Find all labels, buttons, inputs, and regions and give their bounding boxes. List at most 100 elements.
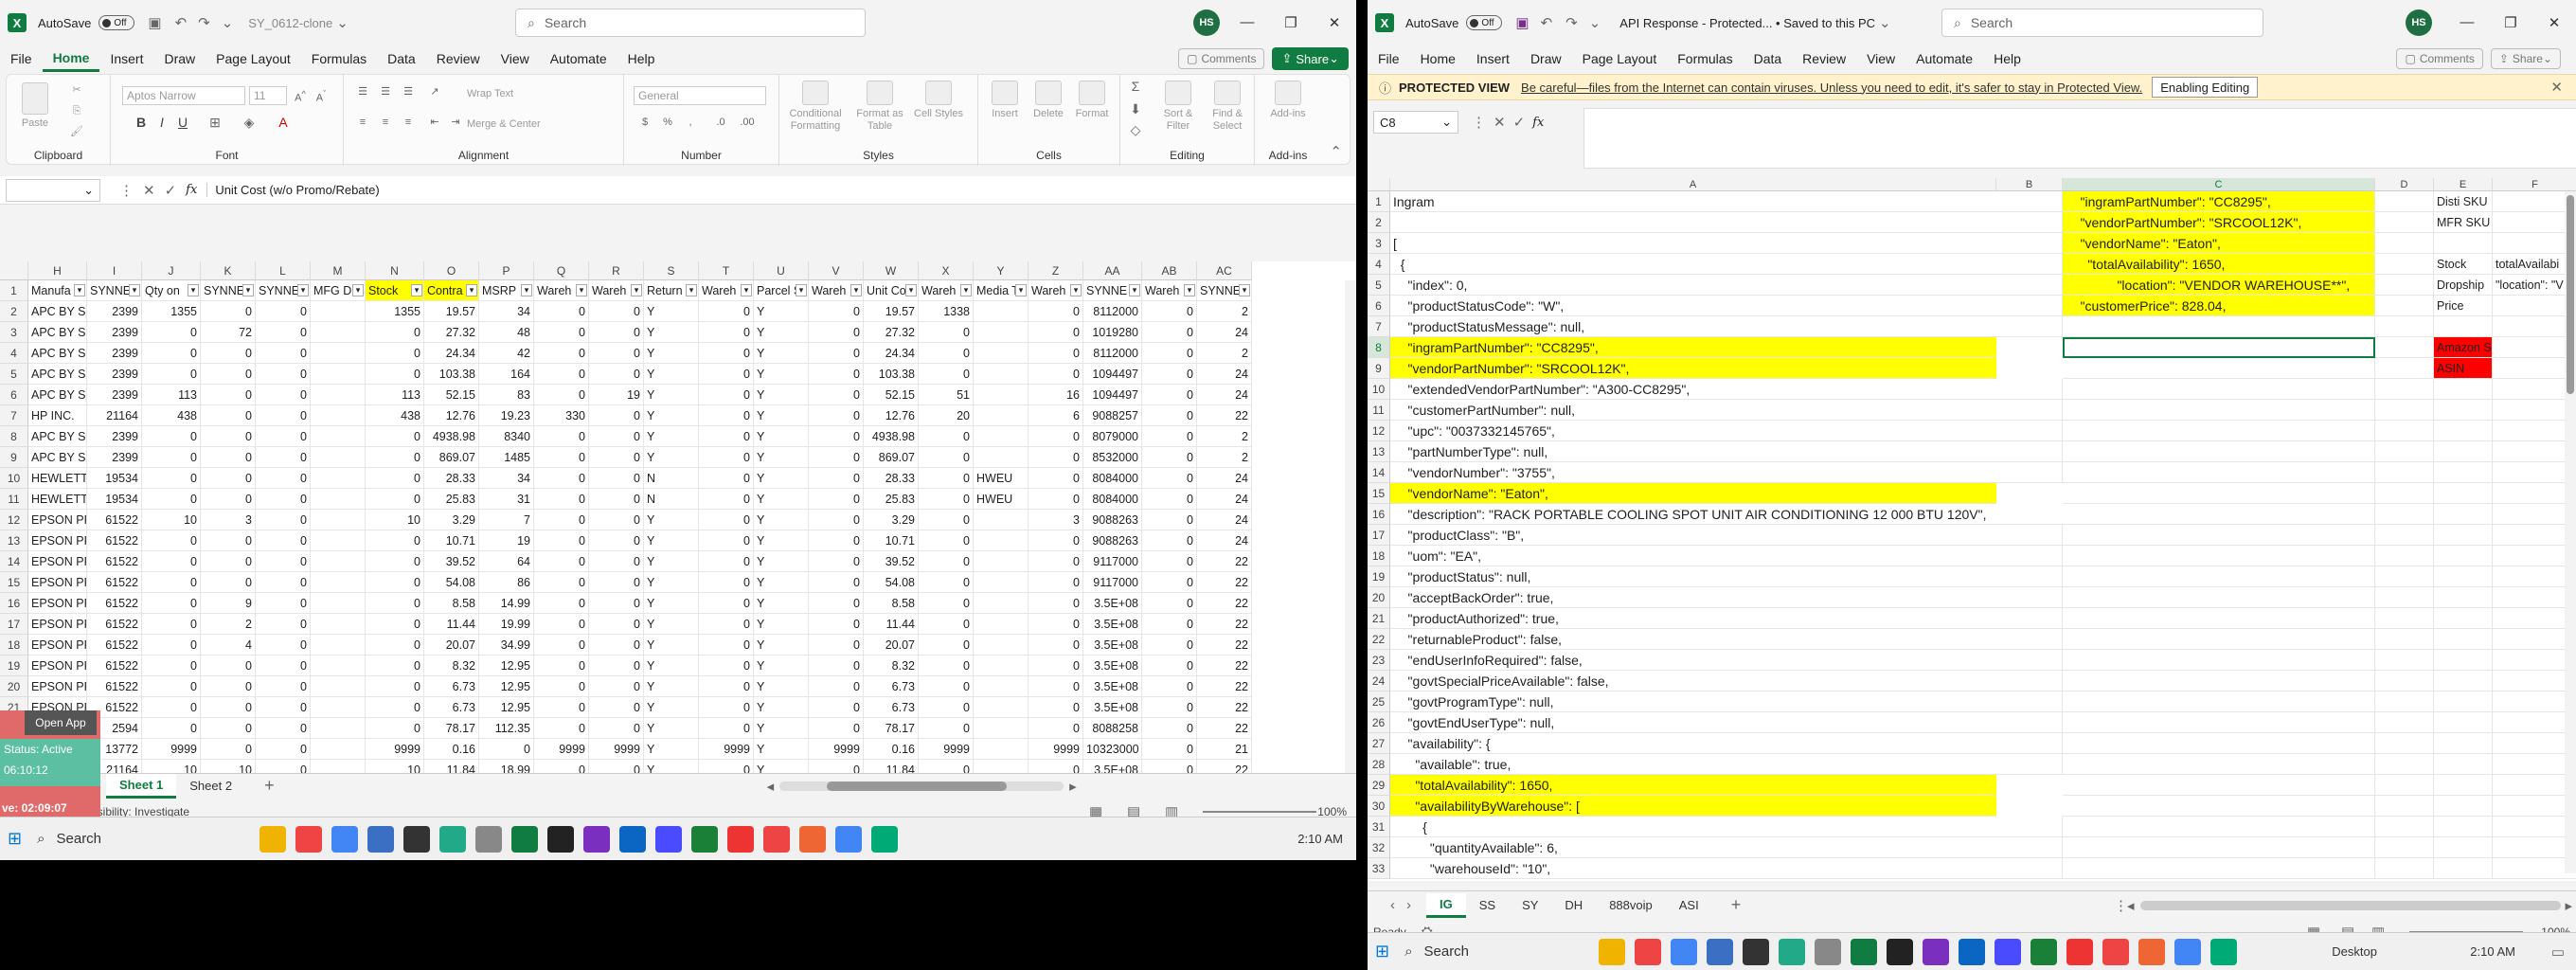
table-cell[interactable]: 0 (201, 489, 256, 510)
table-cell[interactable]: 48 (479, 322, 534, 343)
bold-icon[interactable]: B (134, 116, 149, 129)
table-cell[interactable] (2063, 775, 2375, 796)
table-cell[interactable]: 24.34 (864, 343, 919, 364)
excel-icon[interactable] (547, 825, 575, 853)
table-cell[interactable]: 6 (1029, 405, 1083, 426)
table-cell[interactable] (974, 572, 1029, 593)
table-cell[interactable]: 0 (256, 739, 311, 760)
table-cell[interactable]: Y (754, 697, 809, 718)
header-cell[interactable]: MSRP ▾ (479, 280, 534, 301)
table-cell[interactable]: 0 (919, 364, 974, 385)
table-cell[interactable]: 12.95 (479, 676, 534, 697)
task-view-icon[interactable] (259, 825, 287, 853)
table-cell[interactable] (2063, 837, 2375, 858)
cut-icon[interactable]: ✂ (65, 84, 88, 97)
filter-dropdown-icon[interactable]: ▾ (576, 284, 587, 296)
table-cell[interactable]: 0 (142, 718, 201, 739)
table-cell[interactable]: Ingram (1390, 191, 2063, 212)
table-cell[interactable] (2063, 733, 2375, 754)
table-cell[interactable] (2375, 233, 2434, 254)
close-button[interactable]: ✕ (1313, 14, 1356, 31)
table-cell[interactable]: 6.73 (864, 697, 919, 718)
table-cell[interactable] (2434, 837, 2493, 858)
table-cell[interactable]: Stock (2434, 254, 2493, 275)
addins-button[interactable]: Add-ins (1261, 81, 1315, 120)
fill-color-icon[interactable]: ◈ (240, 116, 259, 129)
name-box[interactable]: ⌄ (6, 178, 100, 202)
row-header[interactable]: 8 (1368, 337, 1390, 358)
menu-tab-home[interactable]: Home (1410, 45, 1466, 72)
table-cell[interactable]: 72 (201, 322, 256, 343)
table-cell[interactable]: "vendorNumber": "3755", (1390, 462, 2063, 483)
share-button[interactable]: ⇪ Share ⌄ (2490, 48, 2561, 69)
table-cell[interactable] (974, 447, 1029, 468)
table-cell[interactable]: 0 (589, 447, 644, 468)
table-cell[interactable]: 869.07 (424, 447, 479, 468)
table-cell[interactable]: Y (644, 364, 699, 385)
table-cell[interactable] (2434, 316, 2493, 337)
column-header[interactable]: J (142, 261, 201, 280)
table-cell[interactable]: totalAvailabi (2493, 254, 2576, 275)
indent-icon[interactable]: ⇤ (425, 117, 444, 129)
header-cell[interactable]: Wareh ▾ (919, 280, 974, 301)
comments-button[interactable]: ▢ Comments (2396, 48, 2483, 69)
header-cell[interactable]: Wareh ▾ (809, 280, 864, 301)
table-cell[interactable]: 0 (809, 385, 864, 405)
table-cell[interactable]: 0 (919, 635, 974, 656)
table-cell[interactable] (2375, 212, 2434, 233)
menu-tab-help[interactable]: Help (1983, 45, 2031, 72)
row-header[interactable]: 27 (1368, 733, 1390, 754)
table-cell[interactable]: 24 (1197, 385, 1252, 405)
table-cell[interactable]: 78.17 (864, 718, 919, 739)
table-cell[interactable]: 0 (1029, 593, 1083, 614)
avatar[interactable]: HS (2406, 9, 2432, 36)
horizontal-scrollbar[interactable] (779, 781, 1064, 791)
menu-tab-view[interactable]: View (491, 45, 540, 72)
table-cell[interactable] (2063, 754, 2375, 775)
table-cell[interactable] (2375, 379, 2434, 400)
table-cell[interactable]: Y (644, 385, 699, 405)
table-cell[interactable]: 0 (1142, 635, 1197, 656)
table-cell[interactable]: Y (754, 510, 809, 530)
table-cell[interactable]: 0 (1142, 676, 1197, 697)
table-cell[interactable]: 34 (479, 468, 534, 489)
table-cell[interactable]: APC BY SC (28, 385, 87, 405)
table-cell[interactable] (2434, 817, 2493, 837)
protected-view-message[interactable]: Be careful—files from the Internet can c… (1521, 81, 2142, 95)
table-cell[interactable]: "endUserInfoRequired": false, (1390, 650, 2063, 671)
column-header[interactable]: H (28, 261, 87, 280)
table-cell[interactable]: 2399 (87, 426, 142, 447)
table-cell[interactable]: 0 (589, 426, 644, 447)
table-cell[interactable]: 0 (1029, 530, 1083, 551)
table-cell[interactable]: "totalAvailability": 1650, (2063, 254, 2375, 275)
table-cell[interactable] (2063, 587, 2375, 608)
hscroll-left-icon[interactable]: ◂ (767, 778, 775, 795)
row-header[interactable]: 16 (1368, 504, 1390, 525)
merge-center-button[interactable]: Merge & Center (467, 118, 581, 131)
table-cell[interactable]: Y (754, 322, 809, 343)
table-cell[interactable]: 0 (809, 593, 864, 614)
sheet-tab[interactable]: Sheet 1 (106, 773, 177, 799)
row-header[interactable]: 23 (1368, 650, 1390, 671)
clock-icon[interactable] (1779, 938, 1806, 965)
table-cell[interactable]: 0 (1142, 343, 1197, 364)
table-cell[interactable] (2493, 733, 2576, 754)
table-cell[interactable]: 0 (589, 322, 644, 343)
table-cell[interactable] (311, 593, 366, 614)
column-header[interactable]: I (87, 261, 142, 280)
table-cell[interactable]: 0 (1029, 468, 1083, 489)
table-cell[interactable]: 0 (256, 510, 311, 530)
table-cell[interactable]: 54.08 (424, 572, 479, 593)
close-icon[interactable]: ✕ (2550, 79, 2563, 96)
table-cell[interactable]: 21164 (87, 405, 142, 426)
table-cell[interactable]: "available": true, (1390, 754, 2063, 775)
table-cell[interactable]: 8532000 (1083, 447, 1142, 468)
table-cell[interactable]: { (1390, 254, 2063, 275)
table-cell[interactable]: 0 (201, 405, 256, 426)
table-cell[interactable]: 0 (534, 447, 589, 468)
find-select-button[interactable]: Find & Select (1204, 81, 1251, 133)
table-cell[interactable] (2493, 441, 2576, 462)
comma-icon[interactable]: , (681, 117, 700, 129)
row-header[interactable]: 22 (1368, 629, 1390, 650)
table-cell[interactable]: 0 (201, 301, 256, 322)
